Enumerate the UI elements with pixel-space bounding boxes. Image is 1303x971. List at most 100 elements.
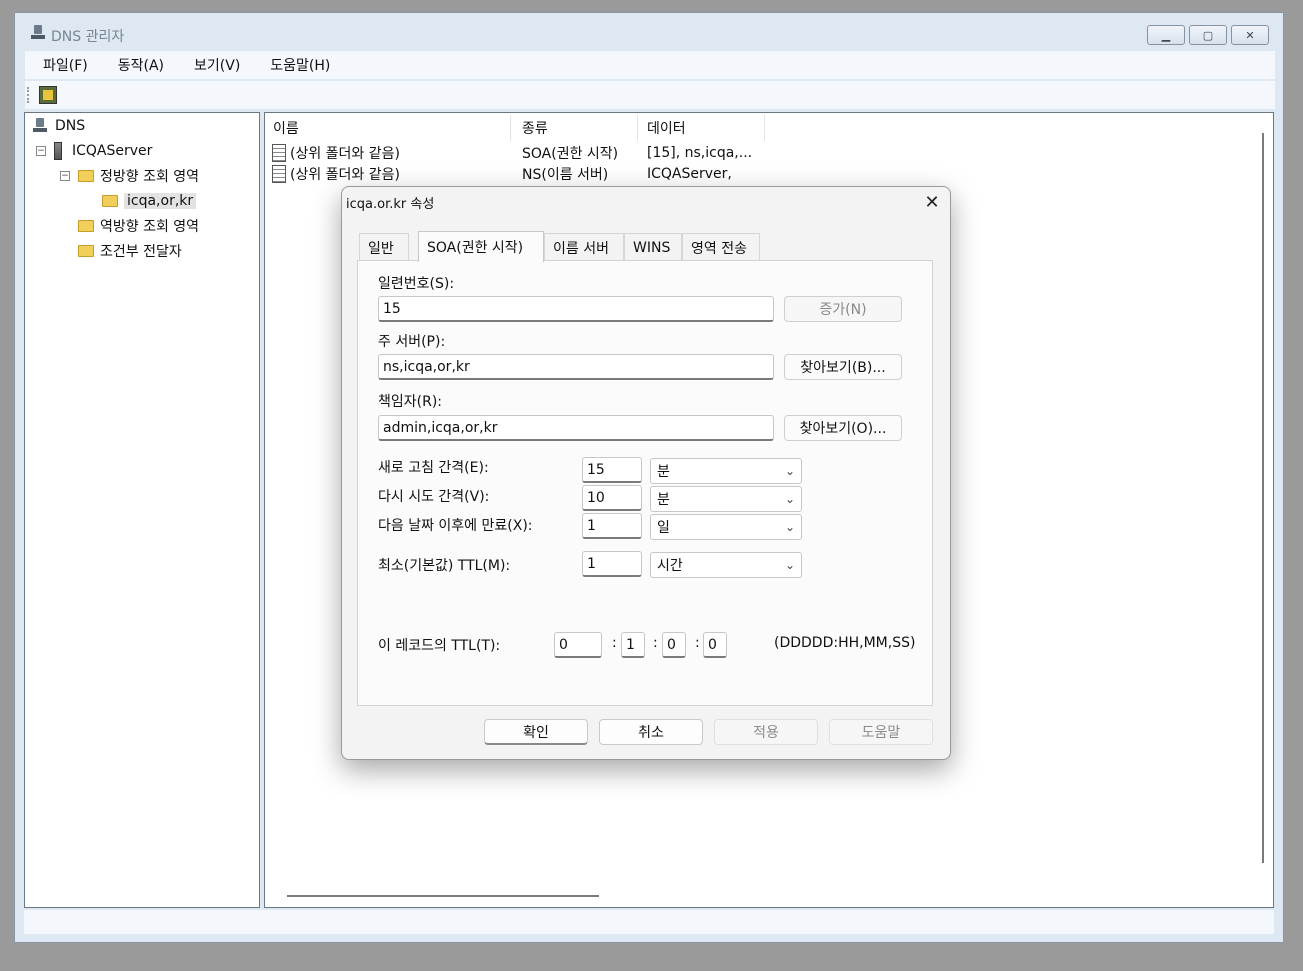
folder-icon [78,170,94,182]
tab-zone-transfers[interactable]: 영역 전송 [682,233,760,261]
menu-file[interactable]: 파일(F) [25,55,100,75]
tab-wins[interactable]: WINS [624,233,682,261]
column-header-type[interactable]: 종류 [516,115,638,141]
soa-tab-page: 일련번호(S): 15 증가(N) 주 서버(P): ns,icqa,or,kr… [357,260,933,706]
menu-help[interactable]: 도움말(H) [252,55,342,75]
vertical-scrollbar[interactable] [1262,133,1264,863]
tree-item-reverse-zones[interactable]: 역방향 조회 영역 [78,215,199,237]
chevron-down-icon: ⌄ [784,558,795,572]
refresh-unit-value: 분 [657,464,670,480]
record-name: (상위 폴더와 같음) [290,167,400,183]
record-data: ICQAServer, [647,166,732,182]
close-icon[interactable]: ✕ [920,191,944,215]
tree-item-server[interactable]: − ICQAServer [36,140,152,162]
chevron-down-icon: ⌄ [784,464,795,478]
dns-icon [33,118,47,134]
chevron-down-icon: ⌄ [784,492,795,506]
record-name: (상위 폴더와 같음) [290,146,400,162]
column-header-data[interactable]: 데이터 [641,115,765,141]
tree-label: ICQAServer [72,143,153,159]
tree-item-dns[interactable]: DNS [33,115,85,137]
expire-after-label: 다음 날짜 이후에 만료(X): [378,518,533,534]
minimum-ttl-field[interactable]: 1 [582,551,642,577]
menu-action[interactable]: 동작(A) [100,55,176,75]
minimize-button[interactable]: ▁ [1147,25,1185,45]
primary-server-label: 주 서버(P): [378,334,446,350]
toolbar-grip [27,87,29,103]
record-data: [15], ns,icqa,... [647,145,753,161]
ok-button[interactable]: 확인 [484,719,588,745]
title-bar: DNS 관리자 ▁ ▢ ✕ [15,13,1283,51]
refresh-unit-select[interactable]: 분 ⌄ [650,458,802,484]
primary-server-field[interactable]: ns,icqa,or,kr [378,354,774,380]
menu-view[interactable]: 보기(V) [176,55,252,75]
ttl-seconds-field[interactable]: 0 [703,632,727,658]
serial-number-field[interactable]: 15 [378,296,774,322]
browse-responsible-button[interactable]: 찾아보기(O)... [784,415,902,441]
ttl-days-field[interactable]: 0 [554,632,602,658]
properties-icon[interactable] [39,86,57,104]
ttl-separator: : [653,635,658,651]
collapse-icon[interactable]: − [60,171,70,181]
dns-app-icon [31,25,45,41]
chevron-down-icon: ⌄ [784,520,795,534]
record-type: SOA(권한 시작) [522,146,619,162]
increment-button[interactable]: 증가(N) [784,296,902,322]
status-bar [24,910,1274,934]
dialog-title: icqa.or.kr 속성 [346,197,435,212]
expire-unit-value: 일 [657,520,670,536]
close-window-button[interactable]: ✕ [1231,25,1269,45]
list-item[interactable]: (상위 폴더와 같음) [272,142,400,164]
minimum-ttl-label: 최소(기본값) TTL(M): [378,558,511,574]
minimum-ttl-unit-select[interactable]: 시간 ⌄ [650,552,802,578]
server-icon [54,142,62,160]
browse-primary-button[interactable]: 찾아보기(B)... [784,354,902,380]
retry-unit-value: 분 [657,492,670,508]
window-title: DNS 관리자 [51,29,125,45]
retry-interval-field[interactable]: 10 [582,485,642,511]
refresh-interval-field[interactable]: 15 [582,457,642,483]
tree-label: 조건부 전달자 [100,244,182,260]
record-icon [272,165,286,183]
zone-icon [102,195,118,207]
retry-interval-label: 다시 시도 간격(V): [378,489,490,505]
ttl-separator: : [612,635,617,651]
tree-label: icqa,or,kr [124,193,197,209]
ttl-separator: : [695,635,700,651]
minimum-ttl-unit-value: 시간 [657,558,683,574]
tree-item-conditional-forwarders[interactable]: 조건부 전달자 [78,240,182,262]
record-icon [272,144,286,162]
console-tree: DNS − ICQAServer − 정방향 조회 영역 icqa,or,kr … [24,112,260,908]
record-type: NS(이름 서버) [522,167,609,183]
ttl-format-hint: (DDDDD:HH,MM,SS) [774,635,916,651]
column-header-name[interactable]: 이름 [267,115,511,141]
tree-label: DNS [55,118,86,134]
responsible-person-label: 책임자(R): [378,394,443,410]
ttl-minutes-field[interactable]: 0 [662,632,686,658]
help-button[interactable]: 도움말 [829,719,933,745]
toolbar [25,81,1275,109]
record-ttl-label: 이 레코드의 TTL(T): [378,638,501,654]
refresh-interval-label: 새로 고침 간격(E): [378,460,489,476]
tab-soa[interactable]: SOA(권한 시작) [418,231,544,262]
folder-icon [78,220,94,232]
tab-general[interactable]: 일반 [359,233,409,261]
maximize-button[interactable]: ▢ [1189,25,1227,45]
collapse-icon[interactable]: − [36,146,46,156]
cancel-button[interactable]: 취소 [599,719,703,745]
retry-unit-select[interactable]: 분 ⌄ [650,486,802,512]
tab-name-servers[interactable]: 이름 서버 [544,233,624,261]
ttl-hours-field[interactable]: 1 [621,632,645,658]
tree-item-zone[interactable]: icqa,or,kr [102,190,197,212]
zone-properties-dialog: icqa.or.kr 속성 ✕ 일반 SOA(권한 시작) 이름 서버 WINS… [341,186,951,760]
list-item[interactable]: (상위 폴더와 같음) [272,163,400,185]
responsible-person-field[interactable]: admin,icqa,or,kr [378,415,774,441]
apply-button[interactable]: 적용 [714,719,818,745]
tree-item-forward-zones[interactable]: − 정방향 조회 영역 [60,165,199,187]
menu-bar: 파일(F) 동작(A) 보기(V) 도움말(H) [25,51,1275,79]
tree-label: 역방향 조회 영역 [100,219,200,235]
tree-label: 정방향 조회 영역 [100,169,200,185]
horizontal-scrollbar[interactable] [287,895,599,897]
expire-after-field[interactable]: 1 [582,513,642,539]
expire-unit-select[interactable]: 일 ⌄ [650,514,802,540]
